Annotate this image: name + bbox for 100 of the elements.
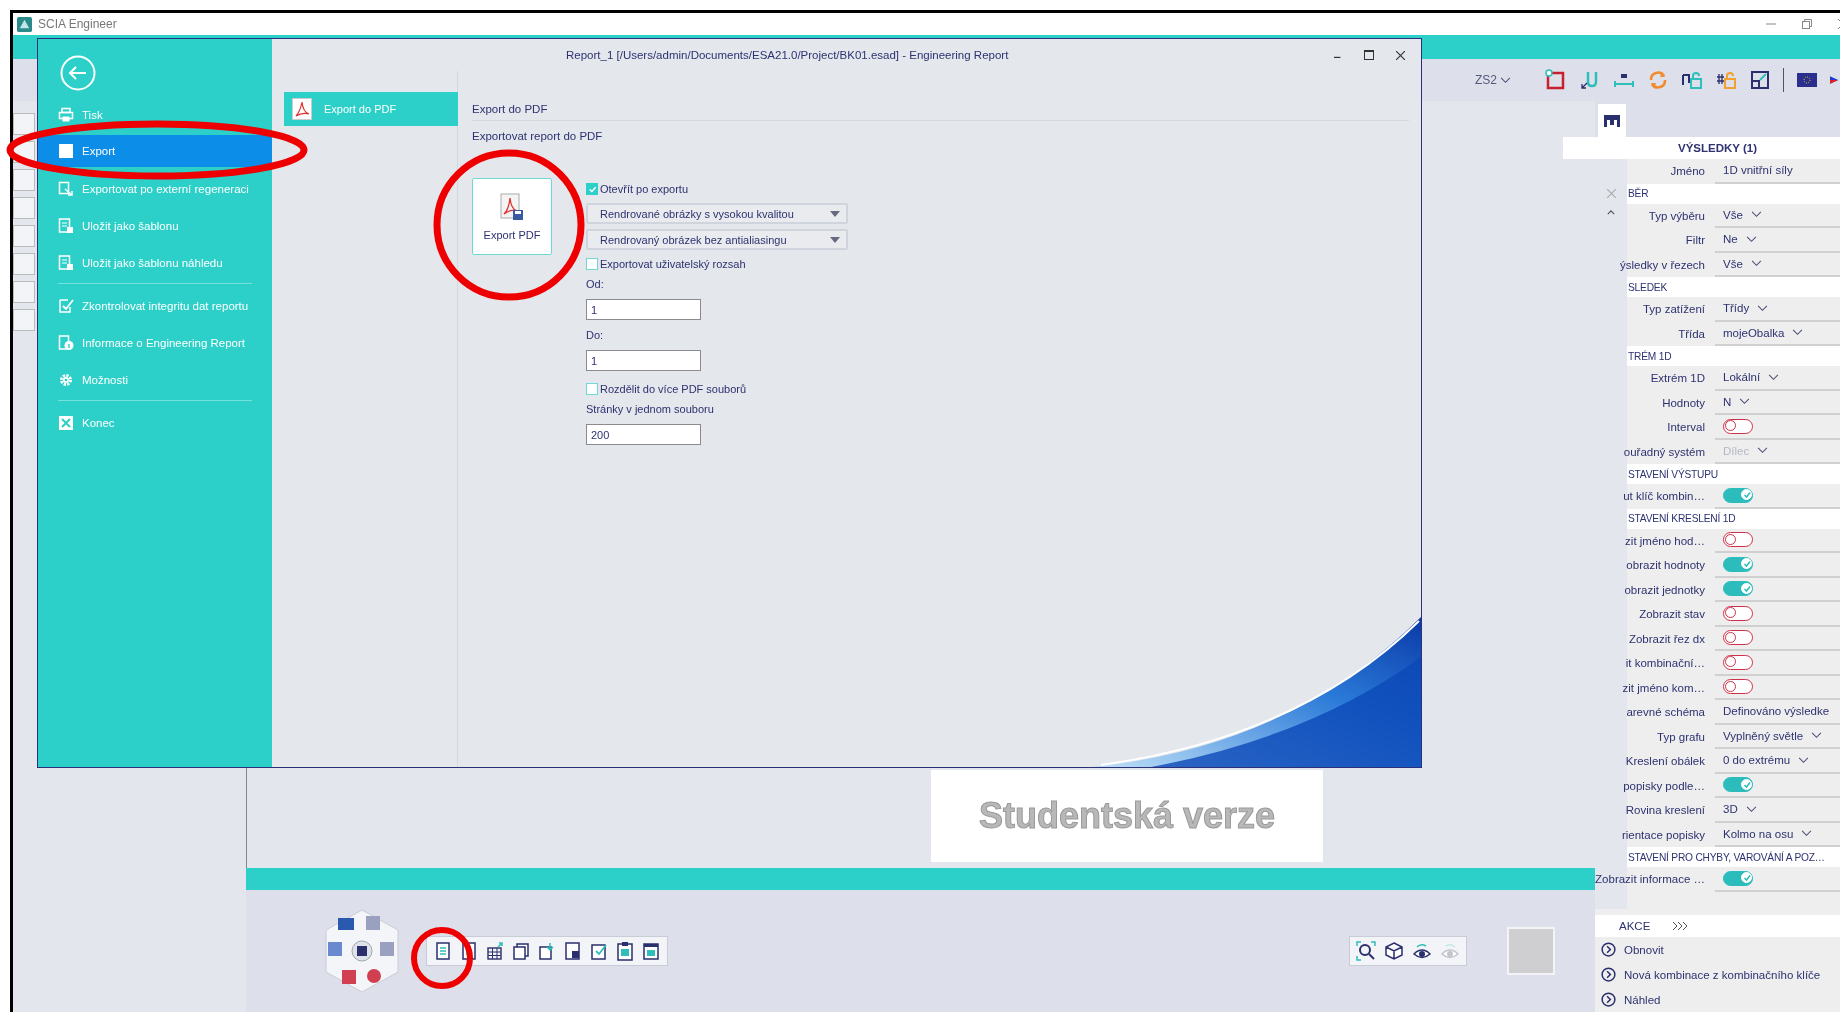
menu-item[interactable]: Export [38,135,272,167]
property-dropdown[interactable]: Lokální [1715,366,1840,391]
toggle-switch[interactable] [1723,777,1753,793]
action-link[interactable]: Obnovit [1595,937,1840,962]
property-label: arevné schéma [1626,706,1705,719]
property-label: Typ zatížení [1643,303,1705,316]
toggle-switch[interactable] [1723,581,1753,597]
toggle-switch[interactable] [1723,654,1753,670]
results-tab[interactable] [1598,104,1626,137]
property-label: obrazit hodnoty [1626,559,1705,572]
check-icon [1741,779,1752,790]
toggle-switch[interactable] [1723,418,1753,434]
property-label: popisky podle… [1623,779,1705,792]
toggle-switch[interactable] [1723,556,1753,572]
page-icon[interactable] [433,941,453,961]
property-label: Typ grafu [1657,730,1705,743]
dropdown[interactable]: Rendrovaný obrázek bez antialiasingu [586,229,848,250]
maximize-icon[interactable] [1364,50,1374,60]
restore-icon[interactable] [1802,19,1812,29]
annotation-circle [411,927,473,989]
checkbox[interactable] [586,258,598,270]
export-icon [58,180,74,197]
property-label: Třída [1678,327,1705,340]
eye-icon[interactable] [1412,941,1432,961]
structure-icon [1602,112,1622,129]
document-icon [58,254,74,271]
zoom-icon[interactable] [1356,941,1376,961]
app-logo-icon [17,16,32,32]
property-label: it kombinační… [1625,657,1705,670]
property-label: Rovina kreslení [1625,804,1705,817]
field-label: Do: [586,329,605,343]
check-page-icon[interactable] [589,941,609,961]
input-field[interactable]: 1 [586,299,701,320]
check-document-icon [58,297,74,314]
property-label: Jméno [1670,165,1705,178]
property-label: obrazit jednotky [1624,583,1705,596]
lock-icon[interactable] [1681,69,1703,91]
window-title: Report_1 [/Users/admin/Documents/ESA21.0/Project/BK01.esad] - Engineering Report [566,49,1009,61]
action-link[interactable]: Náhled [1595,987,1840,1012]
chevron-icon [1500,76,1511,84]
field-label: Od: [586,278,605,292]
property-value[interactable]: Definováno výsledke [1715,700,1840,725]
property-dropdown[interactable]: Vyplněný světle [1715,724,1840,749]
section-header[interactable]: SLEDEK [1627,277,1840,297]
import-pages-icon[interactable] [537,941,557,961]
check-icon [1741,559,1752,570]
property-dropdown[interactable]: 0 do extrému [1715,749,1840,774]
property-label: Kreslení obálek [1625,755,1705,768]
table-icon[interactable] [485,941,505,961]
lock-icon[interactable] [1715,69,1737,91]
stacked-pages-icon[interactable] [511,941,531,961]
window-icon[interactable] [641,941,661,961]
property-label: ut klíč kombin… [1623,490,1705,503]
info-icon [58,334,74,351]
close-box-icon [58,414,74,431]
clipboard-icon[interactable] [615,941,635,961]
section-header[interactable]: STAVENÍ VÝSTUPU [1627,464,1840,484]
property-dropdown[interactable]: 3D [1715,798,1840,823]
checkbox[interactable] [586,183,598,195]
action-link[interactable]: Nová kombinace z kombinačního klíče [1595,962,1840,987]
section-header[interactable]: BĚR [1627,183,1840,204]
chevron-icon [1811,732,1823,740]
section-header[interactable]: TRÉM 1D [1627,346,1840,366]
property-dropdown[interactable]: N [1715,390,1840,415]
cube-icon[interactable] [1384,941,1404,961]
input-field[interactable]: 200 [586,424,701,445]
toggle-switch[interactable] [1723,870,1753,886]
frame-icon[interactable] [1545,69,1567,91]
toggle-switch[interactable] [1723,679,1753,695]
page-icon[interactable] [563,941,583,961]
input-field[interactable]: 1 [586,350,701,371]
checkbox[interactable] [586,383,598,395]
chevron-icon [1739,398,1751,406]
chevron-icon [1768,373,1780,381]
app-title: SCIA Engineer [38,17,117,31]
dropdown[interactable]: Rendrované obrázky s vysokou kvalitou [586,203,848,224]
toggle-switch[interactable] [1723,605,1753,621]
close-icon[interactable] [1396,50,1405,60]
chevron-circle-icon [1601,992,1616,1007]
property-dropdown[interactable]: Třídy [1715,297,1840,322]
export-pdf-button[interactable]: Export PDF [472,178,552,255]
section-header[interactable]: STAVENÍ PRO CHYBY, VAROVÁNÍ A POZ… [1627,847,1840,867]
resize-icon[interactable] [1749,69,1771,91]
property-dropdown[interactable]: Vše [1715,203,1840,228]
property-label: Typ výběru [1648,209,1705,222]
property-label: Interval [1667,421,1705,434]
chevron-icon [1745,235,1757,243]
toggle-switch[interactable] [1723,487,1753,503]
toggle-switch[interactable] [1723,532,1753,548]
checkbox-label: Rozdělit do více PDF souborů [600,383,747,395]
chevron-circle-icon [1601,967,1616,982]
watermark-text: Studentská verze [978,795,1276,837]
chevron-circle-icon [1601,942,1616,957]
property-dropdown[interactable]: Ne [1715,228,1840,253]
combo-box[interactable]: ZS2 [1475,73,1511,87]
caret-icon[interactable] [1607,210,1615,215]
toggle-switch[interactable] [1723,630,1753,646]
section-header[interactable]: STAVENÍ KRESLENÍ 1D [1627,508,1840,529]
dropdown-arrow-icon [830,210,840,217]
section-subheading: Exportovat report do PDF [472,130,604,142]
